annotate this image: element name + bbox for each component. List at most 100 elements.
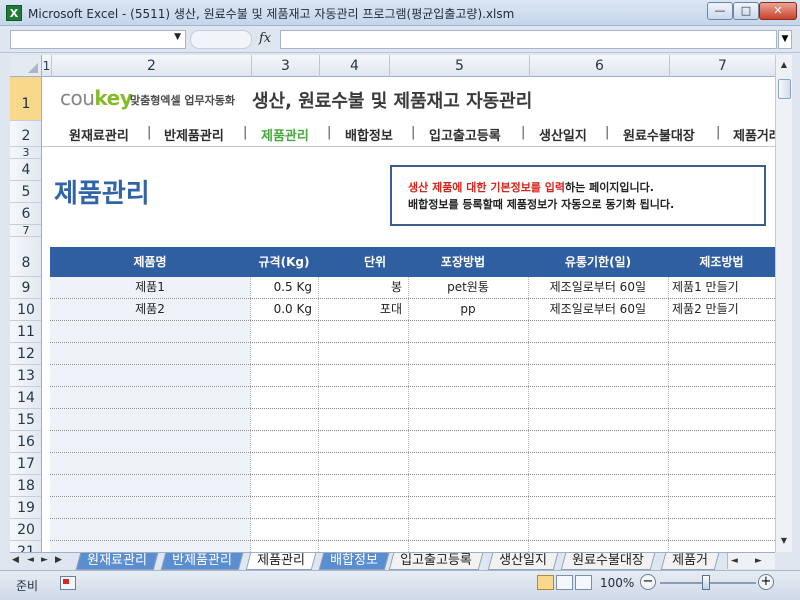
table-row[interactable]: [50, 541, 775, 552]
maximize-button[interactable]: □: [733, 2, 759, 20]
product-name-cell[interactable]: [50, 321, 250, 342]
table-cell[interactable]: pp: [408, 299, 528, 320]
row-header-1[interactable]: 1: [10, 77, 41, 121]
tab-production-log[interactable]: 생산일지: [487, 553, 559, 570]
table-row[interactable]: [50, 453, 775, 475]
column-header-5[interactable]: 5: [390, 55, 530, 77]
row-header-19[interactable]: 19: [10, 497, 41, 519]
worksheet[interactable]: coukey 맞춤형엑셀 업무자동화 생산, 원료수불 및 제품재고 자동관리 …: [42, 77, 775, 552]
product-name-cell[interactable]: [50, 365, 250, 386]
table-row[interactable]: [50, 431, 775, 453]
insert-function-icon[interactable]: fx: [259, 31, 271, 46]
table-cell[interactable]: 제품2 만들기: [672, 299, 775, 320]
row-header-15[interactable]: 15: [10, 409, 41, 431]
product-name-cell[interactable]: [50, 541, 250, 552]
macro-record-icon[interactable]: [60, 576, 76, 590]
zoom-level[interactable]: 100%: [600, 576, 634, 590]
table-cell[interactable]: 0.5 Kg: [250, 277, 318, 298]
excel-icon[interactable]: X: [6, 5, 22, 21]
nav-item-semi-products[interactable]: 반제품관리: [164, 125, 224, 144]
table-row[interactable]: [50, 409, 775, 431]
row-header-20[interactable]: 20: [10, 519, 41, 541]
prev-sheet-icon[interactable]: ◄: [27, 555, 34, 565]
row-header-8[interactable]: 8: [10, 237, 41, 277]
nav-item-products[interactable]: 제품관리: [261, 125, 309, 144]
vertical-scrollbar[interactable]: ▲ ▼: [775, 55, 792, 552]
zoom-in-button[interactable]: +: [758, 574, 774, 590]
table-cell[interactable]: 봉: [318, 277, 408, 298]
column-header-2[interactable]: 2: [52, 55, 252, 77]
table-row[interactable]: 제품1 0.5 Kg 봉 pet원통 제조일로부터 60일 제품1 만들기: [50, 277, 775, 299]
row-header-21[interactable]: 21: [10, 541, 41, 552]
row-header-5[interactable]: 5: [10, 181, 41, 203]
table-cell[interactable]: 제품1: [50, 277, 250, 298]
table-cell[interactable]: 포대: [318, 299, 408, 320]
zoom-out-button[interactable]: −: [640, 574, 656, 590]
scroll-up-icon[interactable]: ▲: [777, 58, 791, 72]
table-row[interactable]: [50, 387, 775, 409]
minimize-button[interactable]: —: [707, 2, 733, 20]
column-header-1[interactable]: 1: [42, 55, 52, 77]
table-row[interactable]: [50, 343, 775, 365]
nav-item-product-trade[interactable]: 제품거래: [733, 125, 775, 144]
table-row[interactable]: [50, 519, 775, 541]
product-name-cell[interactable]: [50, 453, 250, 474]
nav-item-material-ledger[interactable]: 원료수불대장: [623, 125, 695, 144]
page-break-view-icon[interactable]: [575, 575, 592, 590]
select-all-corner[interactable]: [10, 55, 42, 77]
product-name-cell[interactable]: [50, 497, 250, 518]
nav-item-production-log[interactable]: 생산일지: [539, 125, 587, 144]
header-shelf-life[interactable]: 유통기한(일): [528, 247, 668, 277]
column-header-3[interactable]: 3: [252, 55, 320, 77]
name-box[interactable]: ▼: [10, 30, 186, 49]
product-name-cell[interactable]: [50, 519, 250, 540]
tab-in-out-registration[interactable]: 입고출고등록: [388, 553, 484, 570]
table-row[interactable]: [50, 497, 775, 519]
row-header-2[interactable]: 2: [10, 121, 41, 147]
product-name-cell[interactable]: [50, 387, 250, 408]
row-header-16[interactable]: 16: [10, 431, 41, 453]
tab-semi-products[interactable]: 반제품관리: [160, 553, 244, 570]
nav-item-formula-info[interactable]: 배합정보: [345, 125, 393, 144]
normal-view-icon[interactable]: [537, 575, 554, 590]
nav-item-raw-materials[interactable]: 원재료관리: [69, 125, 129, 144]
column-header-6[interactable]: 6: [530, 55, 670, 77]
scroll-down-icon[interactable]: ▼: [777, 534, 791, 548]
page-layout-view-icon[interactable]: [556, 575, 573, 590]
product-name-cell[interactable]: [50, 409, 250, 430]
row-header-14[interactable]: 14: [10, 387, 41, 409]
table-cell[interactable]: 제품1 만들기: [672, 277, 775, 298]
column-header-7[interactable]: 7: [670, 55, 775, 77]
column-header-4[interactable]: 4: [320, 55, 390, 77]
row-header-4[interactable]: 4: [10, 159, 41, 181]
nav-item-in-out-registration[interactable]: 입고출고등록: [429, 125, 501, 144]
row-header-13[interactable]: 13: [10, 365, 41, 387]
table-cell[interactable]: 제조일로부터 60일: [528, 299, 652, 320]
header-packaging[interactable]: 포장방법: [408, 247, 518, 277]
table-row[interactable]: [50, 475, 775, 497]
expand-formula-button[interactable]: ▼: [778, 30, 792, 49]
scroll-thumb[interactable]: [778, 79, 791, 99]
product-name-cell[interactable]: [50, 475, 250, 496]
row-header-11[interactable]: 11: [10, 321, 41, 343]
header-product-name[interactable]: 제품명: [50, 247, 250, 277]
row-header-3[interactable]: 3: [10, 147, 41, 159]
row-header-7[interactable]: 7: [10, 225, 41, 237]
product-name-cell[interactable]: [50, 431, 250, 452]
table-cell[interactable]: 제조일로부터 60일: [528, 277, 652, 298]
tab-product-trade[interactable]: 제품거: [660, 553, 720, 570]
row-header-17[interactable]: 17: [10, 453, 41, 475]
tab-raw-materials[interactable]: 원재료관리: [75, 553, 159, 570]
tab-formula-info[interactable]: 배합정보: [318, 553, 390, 570]
header-spec[interactable]: 규격(Kg): [250, 247, 318, 277]
table-cell[interactable]: 제품2: [50, 299, 250, 320]
product-name-cell[interactable]: [50, 343, 250, 364]
row-header-9[interactable]: 9: [10, 277, 41, 299]
table-cell[interactable]: 0.0 Kg: [250, 299, 318, 320]
tab-material-ledger[interactable]: 원료수불대장: [560, 553, 656, 570]
next-sheet-icon[interactable]: ►: [41, 555, 48, 565]
row-header-18[interactable]: 18: [10, 475, 41, 497]
last-sheet-icon[interactable]: ▶: [55, 555, 62, 565]
table-cell[interactable]: pet원통: [408, 277, 528, 298]
row-header-10[interactable]: 10: [10, 299, 41, 321]
